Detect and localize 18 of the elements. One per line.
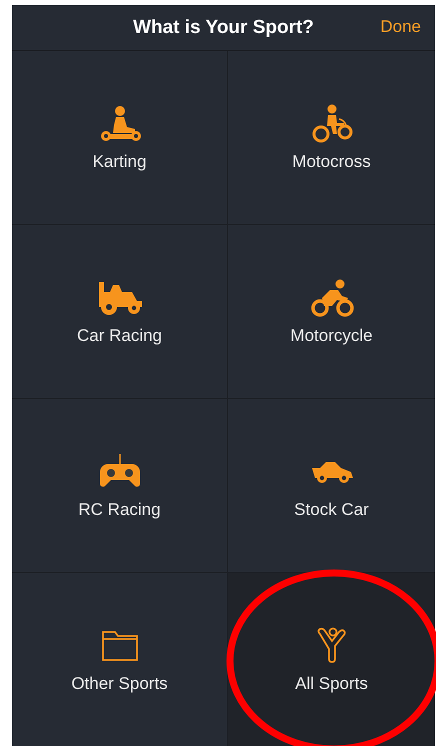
sport-label: All Sports: [295, 674, 368, 694]
sport-label: Karting: [92, 152, 146, 172]
sport-label: Other Sports: [71, 674, 168, 694]
sport-label: Motorcycle: [290, 326, 373, 346]
screen-title: What is Your Sport?: [133, 16, 314, 38]
sport-tile[interactable]: Karting: [12, 51, 227, 224]
sport-tile[interactable]: RC Racing: [12, 399, 227, 572]
sport-tile[interactable]: Motocross: [228, 51, 435, 224]
sport-label: RC Racing: [78, 500, 161, 520]
sport-tile[interactable]: Stock Car: [228, 399, 435, 572]
sport-tile[interactable]: Motorcycle: [228, 225, 435, 398]
sport-label: Car Racing: [76, 326, 162, 346]
sport-tile[interactable]: All Sports: [228, 573, 435, 746]
sport-tile[interactable]: Car Racing: [12, 225, 227, 398]
sport-label: Motocross: [292, 152, 371, 172]
sport-label: Stock Car: [294, 500, 369, 520]
sport-tile[interactable]: Other Sports: [12, 573, 227, 746]
done-button[interactable]: Done: [380, 17, 421, 37]
